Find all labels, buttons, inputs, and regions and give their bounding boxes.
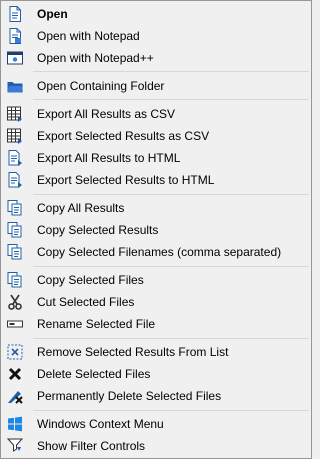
menu-item-open[interactable]: Open — [3, 3, 309, 25]
menu-item-remove-from-list[interactable]: Remove Selected Results From List — [3, 341, 309, 363]
menu-item-copy-selected-results[interactable]: Copy Selected Results — [3, 219, 309, 241]
menu-item-windows-context-menu[interactable]: Windows Context Menu — [3, 413, 309, 435]
delete-x-icon — [6, 365, 24, 383]
notepad-icon — [6, 27, 24, 45]
filter-icon — [6, 437, 24, 455]
menu-item-show-filter-controls[interactable]: Show Filter Controls — [3, 435, 309, 457]
menu-item-label: Export All Results as CSV — [37, 107, 176, 121]
windows-icon — [6, 415, 24, 433]
copy-icon — [6, 271, 24, 289]
menu-item-open-with-notepad[interactable]: Open with Notepad — [3, 25, 309, 47]
separator — [33, 266, 309, 267]
separator — [33, 410, 309, 411]
separator — [33, 338, 309, 339]
menu-item-export-all-html[interactable]: Export All Results to HTML — [3, 147, 309, 169]
menu-item-export-selected-csv[interactable]: Export Selected Results as CSV — [3, 125, 309, 147]
menu-item-label: Windows Context Menu — [37, 417, 164, 431]
document-icon — [6, 5, 24, 23]
menu-item-label: Open with Notepad — [37, 29, 140, 43]
menu-item-label: Export Selected Results as CSV — [37, 129, 210, 143]
menu-item-export-all-csv[interactable]: Export All Results as CSV — [3, 103, 309, 125]
grid-export-icon — [6, 105, 24, 123]
menu-item-label: Cut Selected Files — [37, 295, 135, 309]
menu-item-label: Export All Results to HTML — [37, 151, 181, 165]
menu-item-label: Remove Selected Results From List — [37, 345, 229, 359]
folder-icon — [6, 77, 24, 95]
menu-item-label: Copy Selected Filenames (comma separated… — [37, 245, 282, 259]
menu-item-label: Open with Notepad++ — [37, 51, 154, 65]
notepadpp-icon — [6, 49, 24, 67]
menu-item-cut-selected-files[interactable]: Cut Selected Files — [3, 291, 309, 313]
rename-icon — [6, 315, 24, 333]
menu-item-label: Open — [37, 7, 68, 21]
menu-item-label: Permanently Delete Selected Files — [37, 389, 222, 403]
separator — [33, 71, 309, 72]
scissors-icon — [6, 293, 24, 311]
menu-item-label: Show Filter Controls — [37, 439, 146, 453]
permanent-delete-icon — [6, 387, 24, 405]
menu-item-open-containing-folder[interactable]: Open Containing Folder — [3, 75, 309, 97]
menu-item-permanently-delete[interactable]: Permanently Delete Selected Files — [3, 385, 309, 407]
menu-item-copy-selected-files[interactable]: Copy Selected Files — [3, 269, 309, 291]
menu-item-label: Open Containing Folder — [37, 79, 165, 93]
html-export-icon — [6, 171, 24, 189]
copy-icon — [6, 243, 24, 261]
menu-item-copy-all-results[interactable]: Copy All Results — [3, 197, 309, 219]
menu-item-label: Rename Selected File — [37, 317, 156, 331]
menu-item-export-selected-html[interactable]: Export Selected Results to HTML — [3, 169, 309, 191]
menu-item-label: Copy Selected Results — [37, 223, 159, 237]
remove-from-list-icon — [6, 343, 24, 361]
menu-item-label: Export Selected Results to HTML — [37, 173, 215, 187]
html-export-icon — [6, 149, 24, 167]
grid-export-icon — [6, 127, 24, 145]
separator — [33, 99, 309, 100]
separator — [33, 194, 309, 195]
context-menu: Open Open with Notepad Open with Notepad… — [0, 0, 312, 459]
menu-item-open-with-notepadpp[interactable]: Open with Notepad++ — [3, 47, 309, 69]
menu-item-label: Copy Selected Files — [37, 273, 144, 287]
menu-item-rename-selected-file[interactable]: Rename Selected File — [3, 313, 309, 335]
menu-item-delete-selected-files[interactable]: Delete Selected Files — [3, 363, 309, 385]
copy-icon — [6, 199, 24, 217]
menu-item-label: Delete Selected Files — [37, 367, 151, 381]
menu-item-copy-selected-filenames[interactable]: Copy Selected Filenames (comma separated… — [3, 241, 309, 263]
menu-item-label: Copy All Results — [37, 201, 125, 215]
copy-icon — [6, 221, 24, 239]
